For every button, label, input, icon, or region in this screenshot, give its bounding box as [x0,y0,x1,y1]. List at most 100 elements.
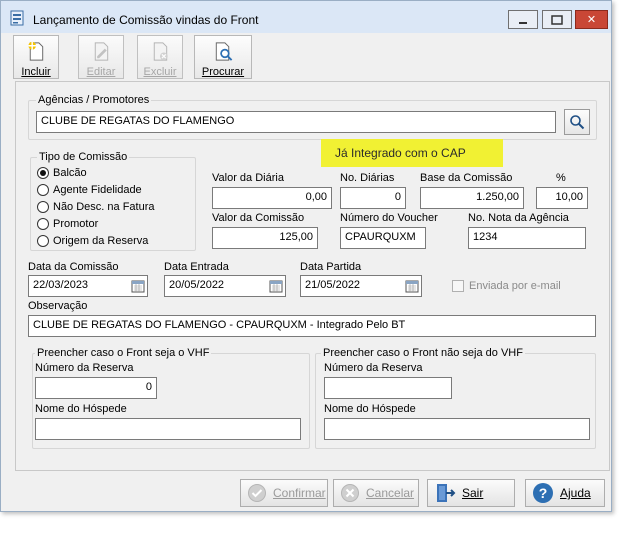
agencias-search-button[interactable] [564,109,590,135]
radio-balcao[interactable]: Balcão [37,167,87,179]
maximize-button[interactable] [542,10,572,29]
app-form-icon [10,10,24,26]
cancel-icon [341,484,359,502]
data-entrada-label: Data Entrada [164,261,229,273]
data-comissao-input[interactable]: 22/03/2023 [28,275,148,297]
radio-indicator[interactable] [37,184,49,196]
cancelar-label: Cancelar [366,486,415,500]
valor-comissao-input[interactable]: 125,00 [212,227,318,249]
confirmar-button[interactable]: Confirmar [240,479,328,507]
ajuda-label: Ajuda [560,486,591,500]
radio-label: Agente Fidelidade [53,184,142,196]
radio-origem-reserva[interactable]: Origem da Reserva [37,235,148,247]
procurar-label: Procurar [201,66,245,78]
radio-indicator[interactable] [37,235,49,247]
data-partida-label: Data Partida [300,261,362,273]
minimize-button[interactable] [508,10,538,29]
calendar-icon[interactable] [269,279,283,293]
edit-document-icon [94,42,109,61]
radio-label: Promotor [53,218,99,230]
vhf-hospede-input[interactable] [35,418,301,440]
close-icon: ✕ [586,14,597,26]
radio-indicator[interactable] [37,167,49,179]
nao-vhf-numero-input[interactable] [324,377,452,399]
observacao-label: Observação [28,300,88,312]
agencias-input[interactable]: CLUBE DE REGATAS DO FLAMENGO [36,111,556,133]
radio-label: Balcão [53,167,87,179]
numero-voucher-input[interactable]: CPAURQUXM [340,227,426,249]
form-panel: Agências / Promotores CLUBE DE REGATAS D… [15,81,610,471]
sair-label: Sair [462,486,484,500]
radio-label: Origem da Reserva [53,235,149,247]
vhf-numero-input[interactable]: 0 [35,377,157,399]
search-icon [570,115,585,130]
check-icon [248,484,266,502]
incluir-label: Incluir [21,66,51,78]
procurar-button[interactable]: Procurar [194,35,252,79]
tipo-comissao-group: Tipo de Comissão Balcão Agente Fidelidad… [30,151,196,251]
toolbar: Incluir Editar Excluir Procurar [13,35,253,80]
tipo-comissao-label: Tipo de Comissão [37,151,130,163]
cancelar-button[interactable]: Cancelar [333,479,419,507]
excluir-label: Excluir [143,66,177,78]
nao-vhf-group-label: Preencher caso o Front não seja do VHF [321,347,525,359]
close-button[interactable]: ✕ [575,10,608,29]
incluir-button[interactable]: Incluir [13,35,59,79]
nao-vhf-group: Preencher caso o Front não seja do VHF N… [315,347,596,449]
window-title: Lançamento de Comissão vindas do Front [33,13,259,27]
checkbox-indicator[interactable] [452,280,464,292]
help-icon: ? [533,483,553,503]
editar-button[interactable]: Editar [78,35,124,79]
new-document-icon [28,41,44,61]
valor-diaria-label: Valor da Diária [212,172,284,184]
vhf-group-label: Preencher caso o Front seja o VHF [35,347,212,359]
commission-window: Lançamento de Comissão vindas do Front ✕… [0,0,612,512]
radio-indicator[interactable] [37,218,49,230]
base-comissao-label: Base da Comissão [420,172,513,184]
observacao-input[interactable]: CLUBE DE REGATAS DO FLAMENGO - CPAURQUXM… [28,315,596,337]
vhf-group: Preencher caso o Front seja o VHF Número… [32,347,310,449]
confirmar-label: Confirmar [273,486,326,500]
vhf-numero-label: Número da Reserva [35,362,134,374]
editar-label: Editar [86,66,116,78]
calendar-icon[interactable] [131,279,145,293]
nao-vhf-hospede-label: Nome do Hóspede [324,403,416,415]
nota-agencia-input[interactable]: 1234 [468,227,586,249]
sair-button[interactable]: Sair [427,479,515,507]
no-diarias-input[interactable]: 0 [340,187,406,209]
excluir-button[interactable]: Excluir [137,35,183,79]
base-comissao-input[interactable]: 1.250,00 [420,187,524,209]
percent-label: % [556,172,566,184]
radio-nao-desc-fatura[interactable]: Não Desc. na Fatura [37,201,155,213]
numero-voucher-label: Número do Voucher [340,212,438,224]
nao-vhf-numero-label: Número da Reserva [324,362,423,374]
enviada-email-checkbox[interactable]: Enviada por e-mail [452,280,561,292]
svg-text:?: ? [539,485,548,501]
calendar-icon[interactable] [405,279,419,293]
data-partida-value: 21/05/2022 [305,279,361,291]
data-comissao-value: 22/03/2023 [33,279,89,291]
ajuda-button[interactable]: ? Ajuda [525,479,605,507]
valor-comissao-label: Valor da Comissão [212,212,305,224]
radio-agente-fidelidade[interactable]: Agente Fidelidade [37,184,142,196]
radio-promotor[interactable]: Promotor [37,218,98,230]
search-document-icon [215,42,233,61]
radio-indicator[interactable] [37,201,49,213]
nota-agencia-label: No. Nota da Agência [468,212,569,224]
data-partida-input[interactable]: 21/05/2022 [300,275,422,297]
minimize-icon [519,21,527,24]
enviada-email-label: Enviada por e-mail [469,280,561,292]
radio-label: Não Desc. na Fatura [53,201,155,213]
exit-door-icon [437,484,456,502]
title-bar[interactable]: Lançamento de Comissão vindas do Front ✕ [1,1,611,33]
vhf-hospede-label: Nome do Hóspede [35,403,127,415]
data-entrada-input[interactable]: 20/05/2022 [164,275,286,297]
data-entrada-value: 20/05/2022 [169,279,225,291]
percent-input[interactable]: 10,00 [536,187,588,209]
valor-diaria-input[interactable]: 0,00 [212,187,332,209]
maximize-icon [551,14,563,25]
integration-status-note: Já Integrado com o CAP [321,139,503,167]
nao-vhf-hospede-input[interactable] [324,418,590,440]
data-comissao-label: Data da Comissão [28,261,119,273]
no-diarias-label: No. Diárias [340,172,395,184]
